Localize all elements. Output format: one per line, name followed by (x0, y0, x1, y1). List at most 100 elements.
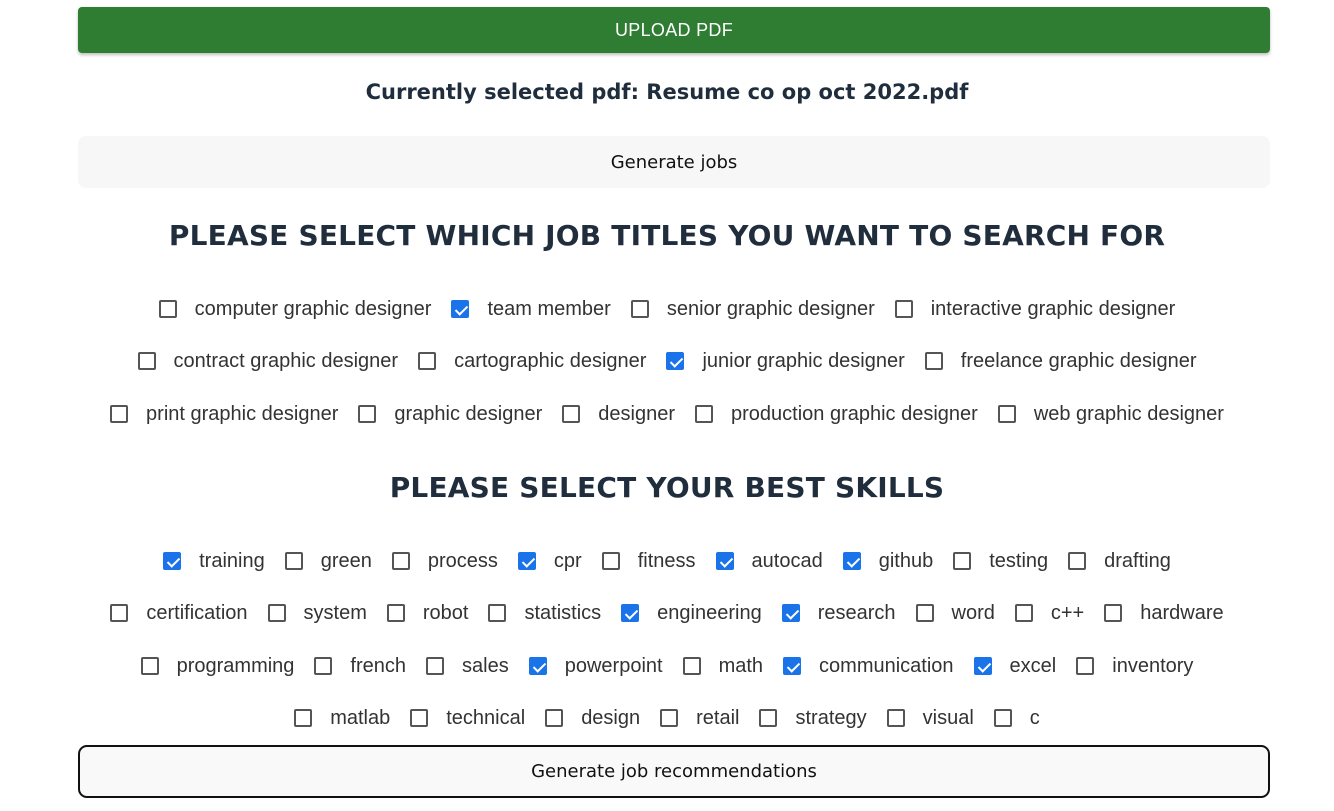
skill-option[interactable]: engineering (621, 602, 762, 625)
checkbox-checked[interactable] (451, 300, 470, 318)
checkbox-checked[interactable] (783, 657, 802, 675)
skill-option[interactable]: robot (386, 602, 468, 625)
skill-option[interactable]: inventory (1076, 655, 1193, 678)
checkbox[interactable] (137, 352, 156, 370)
checkbox[interactable] (158, 300, 177, 318)
checkbox[interactable] (997, 405, 1016, 423)
skill-option[interactable]: technical (410, 707, 525, 730)
skill-option[interactable]: system (267, 601, 367, 625)
checkbox[interactable] (426, 657, 445, 675)
skill-option[interactable]: training (163, 550, 265, 573)
checkbox[interactable] (886, 709, 905, 727)
checkbox-checked[interactable] (666, 352, 685, 370)
checkbox[interactable] (694, 405, 713, 423)
job-title-option[interactable]: freelance graphic designer (924, 350, 1196, 373)
skill-option[interactable]: cpr (517, 550, 582, 573)
skill-option[interactable]: hardware (1104, 602, 1224, 625)
skill-option[interactable]: research (781, 602, 896, 625)
skill-option[interactable]: github (842, 550, 933, 573)
checkbox[interactable] (545, 709, 564, 727)
skill-option[interactable]: visual (886, 707, 974, 730)
checkbox-checked[interactable] (781, 604, 800, 622)
checkbox[interactable] (682, 657, 701, 675)
checkbox[interactable] (294, 709, 313, 727)
skill-option[interactable]: retail (660, 707, 739, 730)
checkbox[interactable] (410, 709, 429, 727)
checkbox[interactable] (1068, 552, 1087, 570)
checkbox[interactable] (601, 552, 620, 570)
skill-option[interactable]: strategy (759, 707, 867, 730)
checkbox-checked[interactable] (163, 552, 182, 570)
checkbox[interactable] (562, 405, 581, 423)
checkbox-checked[interactable] (517, 552, 536, 570)
skill-option[interactable]: drafting (1068, 550, 1171, 573)
checkbox[interactable] (314, 657, 333, 675)
skill-row: certification system robot statistics engine… (0, 598, 1334, 628)
checkbox-checked[interactable] (973, 657, 992, 675)
job-title-option[interactable]: contract graphic designer (137, 350, 398, 373)
skill-option[interactable]: statistics (488, 602, 601, 625)
job-title-option[interactable]: team member (451, 298, 611, 321)
skill-option[interactable]: green (284, 550, 372, 573)
skill-option[interactable]: communication (783, 655, 954, 678)
skill-option[interactable]: c++ (1014, 601, 1085, 625)
job-title-option[interactable]: web graphic designer (997, 403, 1224, 426)
checkbox[interactable] (894, 300, 913, 318)
checkbox[interactable] (660, 709, 679, 727)
job-title-option[interactable]: senior graphic designer (630, 298, 875, 321)
checkbox[interactable] (386, 604, 405, 622)
job-title-option[interactable]: print graphic designer (110, 403, 338, 426)
skill-option[interactable]: fitness (601, 550, 696, 573)
skill-option[interactable]: certification (110, 602, 248, 625)
skill-option[interactable]: word (915, 602, 995, 625)
job-title-option[interactable]: production graphic designer (694, 403, 978, 426)
checkbox[interactable] (267, 604, 286, 622)
job-title-option[interactable]: junior graphic designer (666, 350, 905, 373)
checkbox[interactable] (915, 604, 934, 622)
checkbox[interactable] (391, 552, 410, 570)
job-title-option[interactable]: cartographic designer (418, 350, 646, 373)
skill-label: french (350, 654, 407, 677)
job-title-option[interactable]: computer graphic designer (158, 298, 431, 321)
skill-option[interactable]: programming (140, 655, 294, 678)
job-title-option[interactable]: designer (562, 403, 675, 426)
skill-option[interactable]: testing (953, 550, 1048, 573)
checkbox[interactable] (110, 405, 129, 423)
skill-label: engineering (657, 601, 762, 624)
generate-recommendations-button[interactable]: Generate job recommendations (78, 745, 1270, 798)
checkbox[interactable] (759, 709, 778, 727)
skill-option[interactable]: autocad (715, 550, 823, 573)
skill-option[interactable]: french (314, 655, 406, 678)
checkbox[interactable] (358, 405, 377, 423)
skill-option[interactable]: math (682, 655, 763, 678)
checkbox[interactable] (993, 709, 1012, 727)
checkbox[interactable] (1104, 604, 1123, 622)
skill-option[interactable]: powerpoint (528, 655, 663, 678)
checkbox-checked[interactable] (621, 604, 640, 622)
skill-option[interactable]: design (545, 707, 640, 730)
checkbox[interactable] (110, 604, 129, 622)
skill-option[interactable]: excel (973, 655, 1056, 678)
checkbox-checked[interactable] (842, 552, 861, 570)
skill-option[interactable]: sales (426, 655, 509, 678)
checkbox-checked[interactable] (715, 552, 734, 570)
skill-option[interactable]: process (391, 550, 498, 573)
checkbox[interactable] (953, 552, 972, 570)
skill-label: c++ (1050, 601, 1085, 624)
checkbox[interactable] (1014, 604, 1033, 622)
checkbox[interactable] (140, 657, 159, 675)
skill-label: system (303, 601, 367, 624)
job-title-option[interactable]: graphic designer (358, 403, 542, 426)
job-title-option[interactable]: interactive graphic designer (894, 298, 1175, 321)
checkbox[interactable] (284, 552, 303, 570)
upload-pdf-button[interactable]: UPLOAD PDF (78, 7, 1270, 53)
checkbox[interactable] (418, 352, 437, 370)
skill-option[interactable]: matlab (294, 707, 390, 730)
skill-option[interactable]: c (993, 707, 1040, 730)
checkbox[interactable] (488, 604, 507, 622)
checkbox[interactable] (1076, 657, 1095, 675)
checkbox[interactable] (630, 300, 649, 318)
checkbox-checked[interactable] (528, 657, 547, 675)
generate-jobs-button[interactable]: Generate jobs (78, 136, 1270, 188)
checkbox[interactable] (924, 352, 943, 370)
